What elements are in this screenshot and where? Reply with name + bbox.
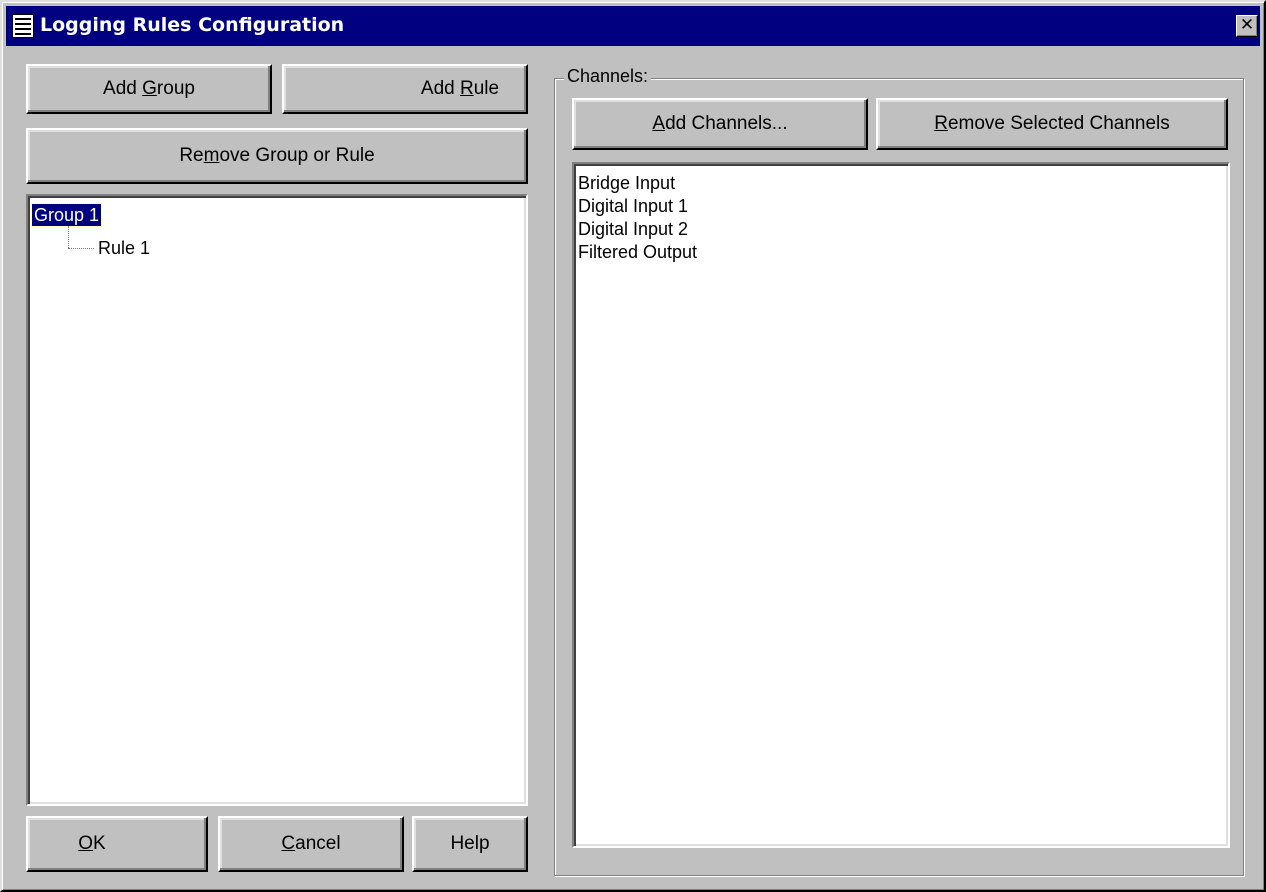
cancel-button[interactable]: Cancel: [218, 816, 404, 872]
rules-tree[interactable]: Group 1 Rule 1: [26, 194, 528, 806]
add-rule-label: Add Rule: [420, 78, 500, 99]
add-group-button[interactable]: Add Group: [26, 64, 272, 114]
add-channels-label: Add Channels...: [652, 113, 788, 134]
cancel-label: Cancel: [281, 833, 341, 854]
remove-selected-channels-label: Remove Selected Channels: [934, 113, 1170, 134]
remove-selected-channels-button[interactable]: Remove Selected Channels: [876, 98, 1228, 150]
channels-list[interactable]: Bridge Input Digital Input 1 Digital Inp…: [572, 162, 1230, 848]
tree-connector: [68, 248, 94, 249]
tree-item-rule-1[interactable]: Rule 1: [98, 237, 150, 259]
remove-group-or-rule-button[interactable]: Remove Group or Rule: [26, 128, 528, 184]
remove-group-or-rule-label: Remove Group or Rule: [179, 145, 375, 166]
channel-item[interactable]: Digital Input 1: [578, 195, 688, 217]
add-channels-button[interactable]: Add Channels...: [572, 98, 868, 150]
help-button[interactable]: Help: [412, 816, 528, 872]
channel-item[interactable]: Filtered Output: [578, 241, 697, 263]
tree-item-group-1[interactable]: Group 1: [30, 203, 103, 227]
ok-button[interactable]: OK: [26, 816, 208, 872]
close-icon[interactable]: ✕: [1236, 15, 1258, 37]
dialog-window: Logging Rules Configuration ✕ Add Group …: [0, 0, 1266, 892]
add-rule-button[interactable]: Add Rule: [282, 64, 528, 114]
tree-connector: [68, 226, 69, 248]
help-label: Help: [450, 833, 490, 854]
channels-group-label: Channels:: [564, 66, 652, 87]
channel-item[interactable]: Bridge Input: [578, 172, 675, 194]
window-title: Logging Rules Configuration: [40, 14, 345, 36]
app-icon[interactable]: [12, 14, 34, 38]
channel-item[interactable]: Digital Input 2: [578, 218, 688, 240]
title-bar[interactable]: Logging Rules Configuration ✕: [6, 6, 1260, 46]
add-group-label: Add Group: [103, 78, 195, 99]
ok-label: OK: [78, 833, 106, 854]
